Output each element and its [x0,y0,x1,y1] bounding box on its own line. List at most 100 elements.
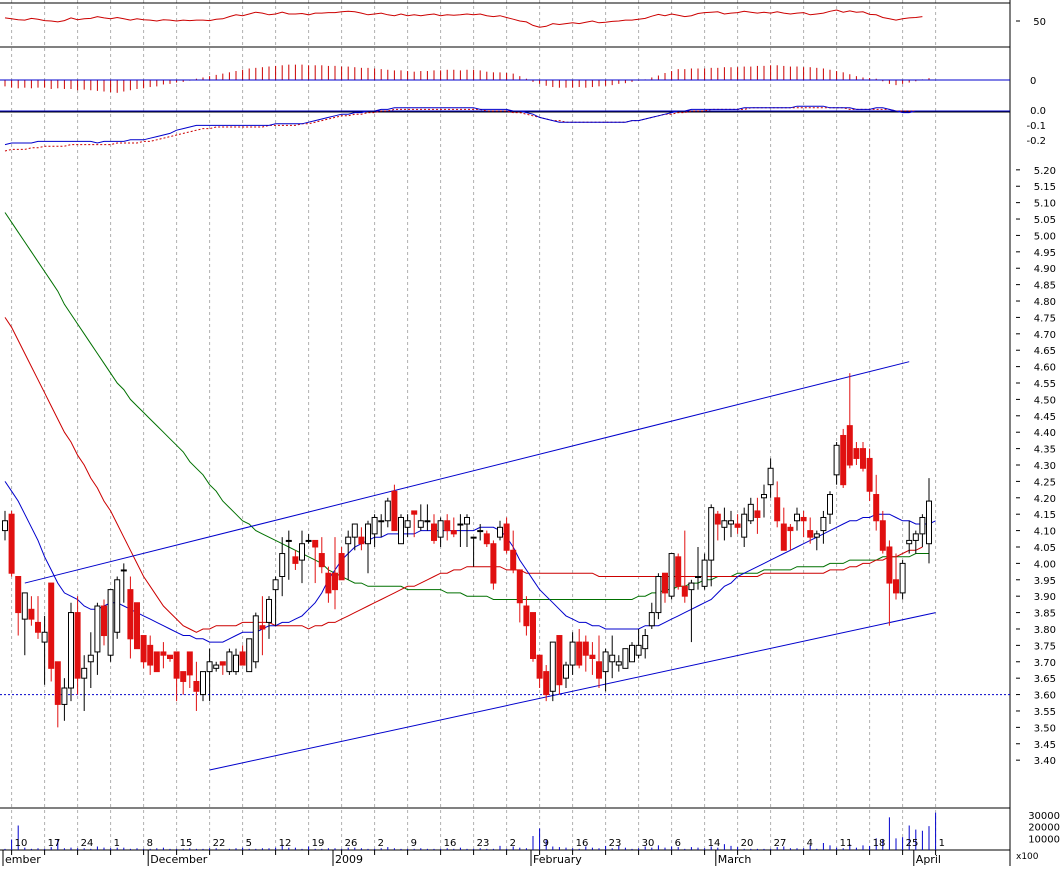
date-month-label: December [150,853,208,866]
candle-body [813,533,820,538]
rsi-tick-label: 50 [1033,17,1046,28]
candle-body [853,448,860,459]
candle-body [54,661,61,705]
date-day-label: 2 [510,838,516,849]
date-day-label: 19 [312,838,325,849]
date-day-label: 4 [807,838,813,849]
candle-body [893,579,899,594]
candle-body [734,523,741,528]
candle-body [906,539,913,545]
candle-body [464,516,470,525]
candle-body [431,523,437,541]
candle-body [338,553,345,581]
candle-body [609,654,616,663]
candle-body [404,520,411,528]
candle-body [668,553,675,597]
candle-body [127,589,134,640]
candle-body [48,582,55,669]
candle-body [879,520,886,551]
price-tick-label: 3.95 [1034,576,1056,587]
candle-body [147,644,154,666]
candle-body [226,651,233,673]
candle-body [411,510,418,515]
date-month-label: 2009 [335,853,363,866]
price-tick-label: 3.55 [1034,707,1056,718]
price-tick-label: 3.60 [1034,691,1056,702]
date-day-label: 2 [378,838,384,849]
candle-body [28,608,35,620]
candle-body [695,576,701,579]
candle-body [398,516,404,545]
price-tick-label: 4.65 [1034,346,1056,357]
candle-body [21,592,28,620]
price-tick-label: 3.70 [1034,658,1056,669]
price-tick-label: 4.80 [1034,297,1056,308]
volume-tick-label: 10000 [1028,834,1060,845]
candle-body [794,513,800,522]
candle-body [774,497,781,522]
candle-body [787,526,794,532]
volume-tick-label: 20000 [1028,823,1060,834]
candle-body [477,530,484,533]
candle-body [807,530,814,538]
candle-body [193,680,200,692]
candle-body [107,589,114,656]
candle-body [153,651,160,673]
price-tick-label: 4.45 [1034,412,1056,423]
stock-chart[interactable]: 50 0 0.0 -0.1 -0.2 30000 20000 10000 x100 5.2… [0,0,1062,866]
candle-body [622,648,629,669]
candle-body [41,631,48,643]
candle-body [516,569,523,604]
candle-body [233,654,239,673]
candle-body [549,641,556,692]
date-day-label: 8 [147,838,153,849]
date-day-label: 30 [642,838,655,849]
candle-body [747,503,754,522]
price-tick-label: 4.15 [1034,510,1056,521]
candle-body [648,612,655,627]
candle-body [173,651,180,679]
price-tick-label: 4.10 [1034,527,1056,538]
candle-body [94,605,101,653]
candle-body [351,523,358,538]
candle-body [708,507,715,561]
price-tick-label: 4.95 [1034,248,1056,259]
candle-body [569,641,576,666]
candle-body [186,651,193,676]
candle-body [556,635,563,686]
price-tick-label: 4.35 [1034,445,1056,456]
date-day-label: 23 [609,838,622,849]
date-day-label: 6 [675,838,681,849]
candle-body [219,661,226,666]
candle-body [160,651,167,656]
candle-body [417,520,424,528]
price-tick-label: 4.00 [1034,559,1056,570]
price-tick-label: 5.15 [1034,182,1056,193]
candle-body [701,559,708,587]
candle-body [503,523,510,551]
macd-tick-label: -0.1 [1026,121,1046,132]
price-tick-label: 3.80 [1034,625,1056,636]
stock-chart-svg: 50 0 0.0 -0.1 -0.2 300002000010000 x100 5.2… [0,0,1062,866]
candle-body [754,510,761,518]
candle-body [180,671,187,682]
candle-body [279,553,286,578]
candle-body [378,520,385,523]
date-month-label: February [533,853,582,866]
price-tick-label: 3.50 [1034,723,1056,734]
macd-hist-tick-label: 0 [1030,76,1036,87]
date-day-label: 5 [246,838,252,849]
candle-body [563,664,569,679]
candle-body [61,687,68,705]
price-tick-label: 3.85 [1034,609,1056,620]
candle-body [688,582,695,591]
price-tick-label: 4.55 [1034,379,1056,390]
candle-body [272,579,279,591]
price-tick-label: 4.30 [1034,461,1056,472]
date-day-label: 1 [939,838,945,849]
candle-body [675,556,682,587]
date-day-label: 10 [15,838,28,849]
candle-body [840,434,847,486]
candle-body [543,671,550,696]
price-tick-label: 4.40 [1034,428,1056,439]
